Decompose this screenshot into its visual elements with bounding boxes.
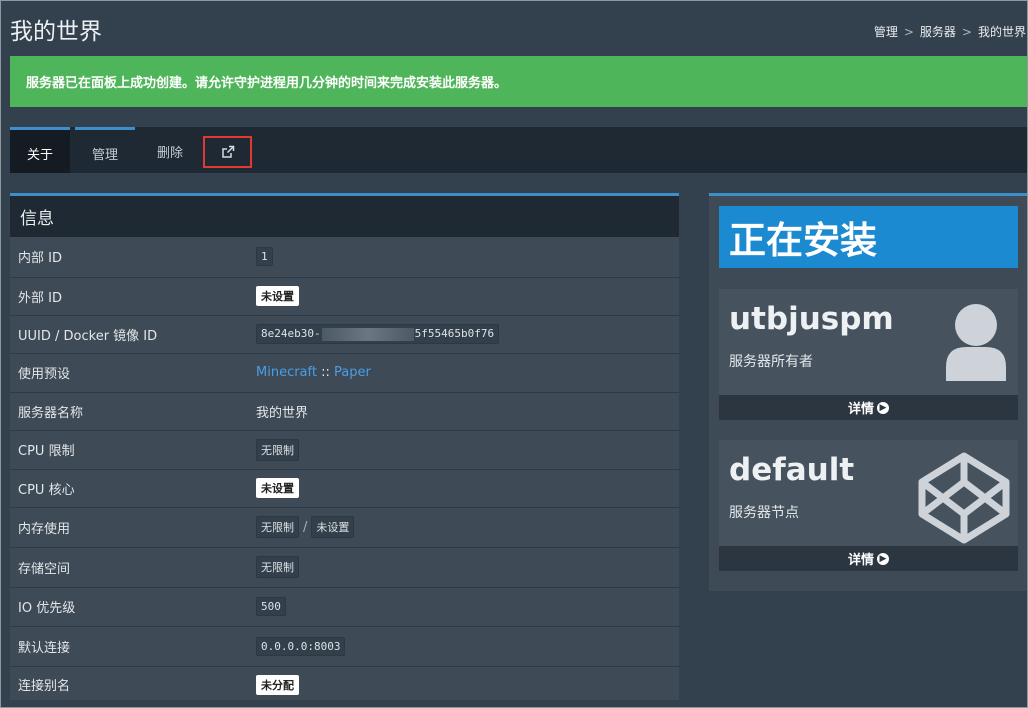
row-label: CPU 限制 [10, 430, 247, 470]
preset-separator: :: [321, 365, 330, 380]
info-table: 内部 ID 1 外部 ID 未设置 UUID / Docker 镜像 ID 8e… [10, 237, 679, 703]
arrow-circle-right-icon: ▶ [877, 552, 889, 565]
node-name: default [729, 452, 855, 488]
table-row: 服务器名称 我的世界 [10, 392, 679, 431]
table-row: CPU 限制 无限制 [10, 430, 679, 470]
table-row: 外部 ID 未设置 [10, 277, 679, 316]
redacted-block [321, 327, 414, 341]
owner-box: utbjuspm 服务器所有者 详情 ▶ [719, 289, 1018, 420]
breadcrumb: 管理 > 服务器 > 我的世界 [874, 23, 1026, 40]
table-row: 存储空间 无限制 [10, 547, 679, 588]
uuid-value: 8e24eb30- 5f55465b0f76 [256, 324, 500, 344]
cpu-limit-value: 无限制 [256, 438, 299, 461]
breadcrumb-separator: > [903, 25, 914, 39]
io-priority-value: 500 [256, 597, 286, 616]
egg-link[interactable]: Paper [334, 365, 371, 380]
breadcrumb-separator: > [961, 25, 972, 39]
breadcrumb-item-admin[interactable]: 管理 [874, 25, 898, 39]
row-label: 内部 ID [10, 237, 247, 278]
default-connection-value: 0.0.0.0:8003 [256, 636, 346, 656]
table-row: 使用预设 Minecraft :: Paper [10, 353, 679, 393]
table-row: 内存使用 无限制 / 未设置 [10, 507, 679, 548]
node-label: 服务器节点 [729, 505, 799, 521]
info-panel: 信息 内部 ID 1 外部 ID 未设置 UUID / Docker 镜像 ID… [10, 193, 679, 700]
user-icon [946, 304, 1006, 381]
external-id-badge: 未设置 [256, 286, 299, 306]
tab-manage[interactable]: 管理 [75, 127, 135, 173]
owner-details-link[interactable]: 详情 ▶ [719, 395, 1018, 420]
table-row: 默认连接 0.0.0.0:8003 [10, 626, 679, 667]
status-panel: 正在安装 utbjuspm 服务器所有者 详情 ▶ default 服务器节点 … [709, 193, 1027, 591]
cpu-cores-badge: 未设置 [256, 478, 299, 498]
row-label: UUID / Docker 镜像 ID [10, 315, 247, 354]
row-label: CPU 核心 [10, 469, 247, 508]
table-row: CPU 核心 未设置 [10, 469, 679, 508]
row-label: 服务器名称 [10, 392, 247, 431]
info-panel-title: 信息 [10, 196, 679, 237]
swap-value: 未设置 [311, 516, 355, 538]
success-alert: 服务器已在面板上成功创建。请允许守护进程用几分钟的时间来完成安装此服务器。 [10, 56, 1027, 107]
node-details-label: 详情 [847, 553, 874, 568]
alert-text: 服务器已在面板上成功创建。请允许守护进程用几分钟的时间来完成安装此服务器。 [26, 76, 508, 91]
table-row: 连接别名 未分配 [10, 666, 679, 703]
internal-id-value: 1 [256, 247, 273, 267]
server-name-value: 我的世界 [247, 392, 679, 431]
memory-value: 无限制 [256, 516, 299, 538]
row-label: 外部 ID [10, 277, 247, 316]
node-details-link[interactable]: 详情 ▶ [719, 546, 1018, 571]
codepen-icon [918, 452, 1010, 544]
page-title: 我的世界 [10, 19, 102, 45]
installing-status: 正在安装 [719, 206, 1018, 268]
tab-about[interactable]: 关于 [10, 127, 70, 173]
row-label: 连接别名 [18, 679, 71, 695]
breadcrumb-item-current: 我的世界 [977, 25, 1026, 39]
row-label: IO 优先级 [10, 587, 247, 627]
tab-bar: 关于 管理 删除 [10, 127, 1027, 173]
row-label: 内存使用 [10, 507, 247, 548]
owner-details-label: 详情 [847, 402, 874, 417]
connection-alias-badge: 未分配 [256, 674, 299, 695]
row-label: 存储空间 [10, 547, 247, 588]
row-label: 默认连接 [10, 626, 247, 667]
memory-separator: / [303, 520, 308, 535]
node-box: default 服务器节点 详情 ▶ [719, 440, 1018, 571]
row-label: 使用预设 [10, 353, 247, 393]
owner-name: utbjuspm [729, 301, 894, 337]
tab-delete[interactable]: 删除 [141, 127, 199, 173]
storage-value: 无限制 [256, 556, 299, 578]
table-row: 内部 ID 1 [10, 237, 679, 278]
arrow-circle-right-icon: ▶ [877, 401, 889, 414]
nest-link[interactable]: Minecraft [256, 365, 317, 380]
highlight-box [203, 136, 252, 168]
breadcrumb-item-servers[interactable]: 服务器 [920, 25, 956, 39]
table-row: IO 优先级 500 [10, 587, 679, 627]
table-row: UUID / Docker 镜像 ID 8e24eb30- 5f55465b0f7… [10, 315, 679, 354]
owner-label: 服务器所有者 [729, 354, 813, 370]
